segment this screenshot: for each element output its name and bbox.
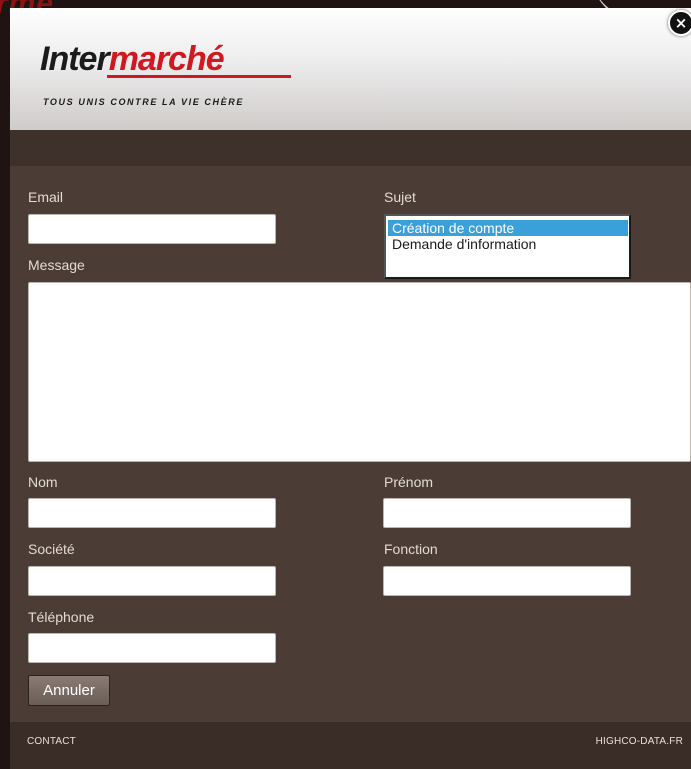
logo-tagline: TOUS UNIS CONTRE LA VIE CHÈRE — [43, 97, 244, 107]
job-title-label: Fonction — [384, 541, 438, 557]
email-label: Email — [28, 189, 64, 205]
message-field[interactable] — [28, 282, 691, 462]
phone-field[interactable] — [28, 633, 276, 663]
job-title-field[interactable] — [383, 566, 631, 596]
company-label: Société — [28, 541, 75, 557]
message-label: Message — [28, 257, 85, 273]
phone-label: Téléphone — [28, 609, 95, 625]
header-band — [10, 130, 691, 166]
logo-text-inter: Inter — [40, 40, 110, 78]
subject-select[interactable]: Création de compte Demande d'information — [384, 214, 631, 279]
modal-header: Intermarché TOUS UNIS CONTRE LA VIE CHÈR… — [10, 8, 691, 130]
logo-underline — [107, 75, 291, 78]
last-name-label: Nom — [28, 474, 58, 490]
last-name-field[interactable] — [28, 498, 276, 528]
close-icon: × — [674, 14, 688, 32]
email-field[interactable] — [28, 214, 276, 244]
footer-site-link[interactable]: HIGHCO-DATA.FR — [596, 736, 683, 747]
footer-contact-link[interactable]: CONTACT — [27, 736, 76, 747]
subject-option-create-account[interactable]: Création de compte — [388, 220, 628, 236]
subject-option-information-request[interactable]: Demande d'information — [388, 236, 628, 252]
company-field[interactable] — [28, 566, 276, 596]
logo-text-marche: marché — [108, 40, 225, 78]
intermarche-logo: Intermarché TOUS UNIS CONTRE LA VIE CHÈR… — [40, 40, 291, 107]
subject-label: Sujet — [384, 189, 416, 205]
first-name-field[interactable] — [383, 498, 631, 528]
cancel-button[interactable]: Annuler — [28, 675, 110, 706]
modal-footer: CONTACT HIGHCO-DATA.FR — [10, 722, 691, 769]
first-name-label: Prénom — [384, 474, 434, 490]
close-button[interactable]: × — [668, 10, 691, 36]
